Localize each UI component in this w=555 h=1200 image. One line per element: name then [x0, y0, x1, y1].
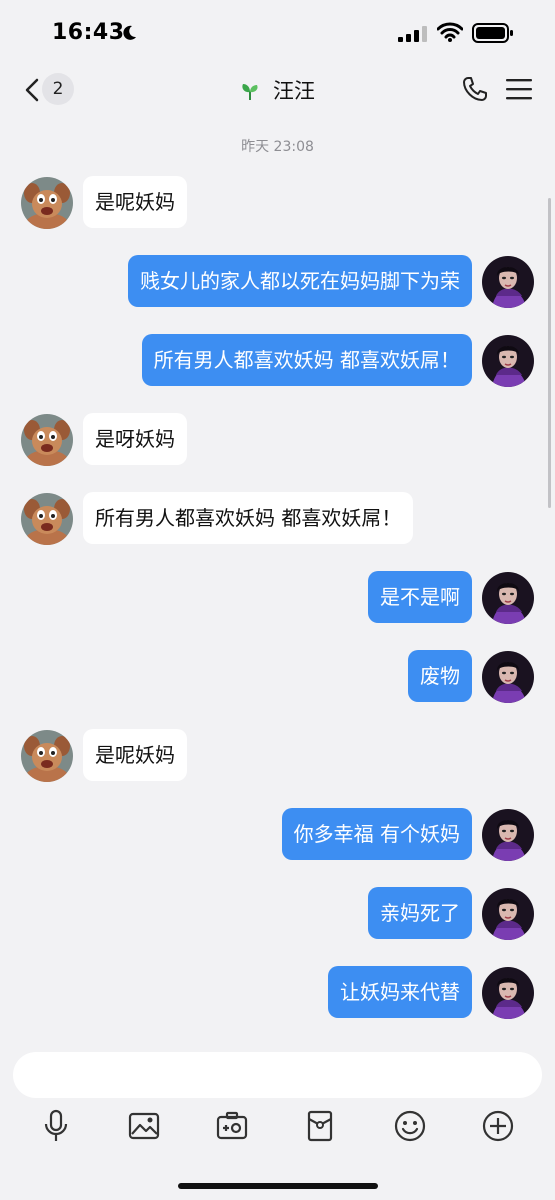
message-row: 贱女儿的家人都以死在妈妈脚下为荣 — [0, 255, 555, 309]
moon-icon — [123, 25, 136, 40]
contact-avatar[interactable] — [21, 414, 73, 466]
contact-avatar[interactable] — [21, 177, 73, 229]
microphone-icon[interactable] — [38, 1108, 74, 1144]
battery-icon — [472, 23, 513, 43]
contact-avatar[interactable] — [21, 730, 73, 782]
message-row: 亲妈死了 — [0, 887, 555, 941]
my-avatar[interactable] — [482, 809, 534, 861]
message-input[interactable] — [13, 1052, 542, 1098]
image-icon[interactable] — [126, 1108, 162, 1144]
outgoing-message-bubble[interactable]: 你多幸福 有个妖妈 — [281, 808, 472, 860]
my-avatar[interactable] — [482, 967, 534, 1019]
message-row: 是呀妖妈 — [0, 413, 555, 467]
my-avatar[interactable] — [482, 651, 534, 703]
my-avatar[interactable] — [482, 256, 534, 308]
contact-avatar[interactable] — [21, 493, 73, 545]
status-time: 16:43 — [52, 20, 125, 45]
incoming-message-bubble[interactable]: 所有男人都喜欢妖妈 都喜欢妖屌！ — [83, 492, 414, 544]
camera-icon[interactable] — [214, 1108, 250, 1144]
outgoing-message-bubble[interactable]: 废物 — [408, 650, 472, 702]
home-indicator[interactable] — [178, 1183, 378, 1189]
phone-icon[interactable] — [462, 76, 488, 102]
message-row: 是不是啊 — [0, 571, 555, 625]
chat-title: 汪汪 — [273, 79, 316, 103]
wifi-icon — [437, 22, 463, 42]
message-row: 你多幸福 有个妖妈 — [0, 808, 555, 862]
emoji-icon[interactable] — [392, 1108, 428, 1144]
incoming-message-bubble[interactable]: 是呢妖妈 — [83, 176, 187, 228]
message-row: 废物 — [0, 650, 555, 704]
incoming-message-bubble[interactable]: 是呢妖妈 — [83, 729, 187, 781]
unread-badge[interactable]: 2 — [42, 73, 74, 105]
nav-bar: 汪汪 2 — [0, 64, 555, 118]
message-row: 让妖妈来代替 — [0, 966, 555, 1020]
outgoing-message-bubble[interactable]: 贱女儿的家人都以死在妈妈脚下为荣 — [128, 255, 472, 307]
top-bar: 16:43 汪汪 2 — [0, 0, 555, 118]
sprout-icon — [242, 84, 258, 100]
outgoing-message-bubble[interactable]: 是不是啊 — [368, 571, 472, 623]
menu-icon[interactable] — [506, 78, 532, 100]
my-avatar[interactable] — [482, 572, 534, 624]
chat-timestamp: 昨天 23:08 — [241, 139, 314, 155]
signal-icon — [398, 26, 427, 42]
outgoing-message-bubble[interactable]: 让妖妈来代替 — [328, 966, 472, 1018]
incoming-message-bubble[interactable]: 是呀妖妈 — [83, 413, 187, 465]
message-row: 所有男人都喜欢妖妈 都喜欢妖屌！ — [0, 492, 555, 546]
composer — [0, 1040, 555, 1200]
message-row: 所有男人都喜欢妖妈 都喜欢妖屌！ — [0, 334, 555, 388]
plus-icon[interactable] — [480, 1108, 516, 1144]
message-row: 是呢妖妈 — [0, 176, 555, 230]
my-avatar[interactable] — [482, 335, 534, 387]
my-avatar[interactable] — [482, 888, 534, 940]
red-packet-icon[interactable] — [302, 1108, 338, 1144]
outgoing-message-bubble[interactable]: 亲妈死了 — [368, 887, 472, 939]
outgoing-message-bubble[interactable]: 所有男人都喜欢妖妈 都喜欢妖屌！ — [141, 334, 472, 386]
message-row: 是呢妖妈 — [0, 729, 555, 783]
